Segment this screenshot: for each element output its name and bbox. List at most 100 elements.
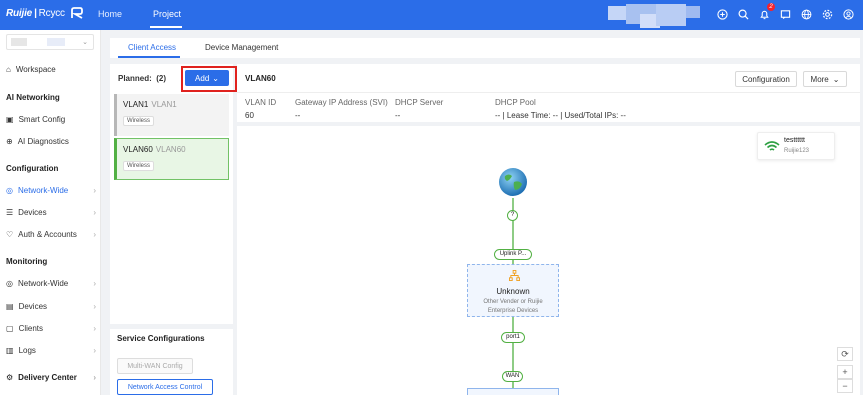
port-label: port1 [501, 332, 525, 343]
top-navigation-bar: Ruijie | Rcycc Home Project 2 [0, 0, 863, 30]
organization-select[interactable]: ⌄ [6, 34, 94, 50]
sidebar-item-ai-diagnostics[interactable]: ⊕ AI Diagnostics [6, 137, 96, 146]
redacted-block [656, 4, 686, 26]
device-description: Other Vender or Ruijie Enterprise Device… [483, 299, 543, 314]
sidebar-item-config-devices[interactable]: ☰ Devices › [6, 208, 96, 217]
user-icon[interactable] [841, 7, 855, 21]
diagnostics-icon: ⊕ [6, 137, 13, 146]
unknown-status-icon[interactable]: ? [507, 210, 518, 221]
sidebar-item-monitor-network-wide[interactable]: ◎ Network-Wide › [6, 279, 96, 288]
vlan-detail-title: VLAN60 [245, 74, 276, 83]
network-icon: ◎ [6, 279, 13, 288]
logo[interactable]: Ruijie | Rcycc [6, 7, 84, 19]
internet-globe-icon[interactable] [497, 166, 529, 198]
sidebar-item-smart-config[interactable]: ▣ Smart Config [6, 115, 96, 124]
redacted-block [608, 6, 628, 20]
more-button[interactable]: More ⌄ [803, 71, 847, 87]
topology-links [512, 198, 514, 395]
vlan-tag: Wireless [123, 116, 155, 126]
chevron-right-icon: › [93, 346, 96, 355]
topology-canvas[interactable]: testttttt Ruijie123 ? Uplink P... Unknow… [237, 126, 860, 395]
logo-mark-icon [70, 7, 83, 19]
vlan-detail-header: VLAN60 Configuration More ⌄ VLAN ID 60 G… [237, 64, 860, 122]
logs-icon: ▥ [6, 346, 14, 355]
delivery-icon: ⚙ [6, 373, 14, 382]
gateway-device-node[interactable] [467, 388, 559, 395]
globe-icon[interactable] [799, 7, 813, 21]
highlight-box [181, 66, 237, 92]
planned-count: Planned: (2) [118, 74, 167, 83]
zoom-out-icon[interactable]: − [837, 379, 853, 393]
active-tab-indicator [150, 26, 182, 28]
dhcp-pool-field: DHCP Pool -- | Lease Time: -- | Used/Tot… [495, 98, 626, 120]
redacted-block [11, 38, 27, 46]
configuration-button[interactable]: Configuration [735, 71, 797, 87]
multi-wan-config-button[interactable]: Multi-WAN Config [117, 358, 193, 374]
clients-icon: ▢ [6, 324, 14, 333]
bell-icon[interactable]: 2 [757, 3, 775, 21]
redacted-block [47, 38, 65, 46]
chevron-right-icon: › [93, 208, 96, 217]
sidebar-item-monitor-devices[interactable]: ▤ Devices › [6, 302, 96, 311]
divider [110, 324, 233, 329]
vlan-list-panel: Planned: (2) Add ⌄ VLAN1 VLAN1 Wireless V… [110, 64, 237, 395]
main-tabs: Client Access Device Management [110, 38, 860, 58]
tab-home[interactable]: Home [98, 9, 122, 19]
vlan-name: VLAN60 [123, 145, 153, 154]
sidebar-item-label: Clients [18, 324, 44, 333]
unknown-device-node[interactable]: Unknown Other Vender or Ruijie Enterpris… [467, 264, 559, 317]
sidebar-heading-ai-networking: AI Networking [6, 93, 60, 102]
sidebar-item-label: Network-Wide [17, 279, 69, 288]
vlan-alias: VLAN1 [151, 100, 177, 109]
active-tab-indicator [118, 56, 180, 58]
redacted-block [686, 6, 700, 18]
sidebar-item-delivery-center[interactable]: ⚙ Delivery Center › [6, 373, 96, 382]
sidebar-item-workspace[interactable]: ⌂ Workspace [6, 65, 96, 74]
chevron-right-icon: › [93, 302, 96, 311]
dhcp-server-field: DHCP Server -- [395, 98, 444, 120]
tab-device-management[interactable]: Device Management [205, 43, 278, 52]
sidebar-item-label: AI Diagnostics [17, 137, 69, 146]
gateway-ip-field: Gateway IP Address (SVI) -- [295, 98, 388, 120]
service-configurations-title: Service Configurations [117, 334, 205, 343]
config-icon: ▣ [6, 115, 14, 124]
topology-device-icon [509, 270, 520, 281]
wan-label: WAN [502, 371, 523, 382]
vlan-item-vlan1[interactable]: VLAN1 VLAN1 Wireless [114, 94, 229, 136]
sidebar-item-label: Workspace [15, 65, 56, 74]
vlan-name: VLAN1 [123, 100, 149, 109]
sidebar-item-config-network-wide[interactable]: ◎ Network-Wide › [6, 186, 96, 195]
home-icon: ⌂ [6, 65, 11, 74]
tab-client-access[interactable]: Client Access [128, 43, 176, 52]
network-icon: ◎ [6, 186, 13, 195]
tab-project[interactable]: Project [153, 9, 181, 19]
chevron-right-icon: › [93, 373, 96, 382]
sidebar-item-logs[interactable]: ▥ Logs › [6, 346, 96, 355]
sidebar-item-label: Devices [18, 208, 47, 217]
network-access-control-button[interactable]: Network Access Control [117, 379, 213, 395]
devices-icon: ☰ [6, 208, 14, 217]
add-circle-icon[interactable] [715, 7, 729, 21]
sidebar-item-clients[interactable]: ▢ Clients › [6, 324, 96, 333]
zoom-in-icon[interactable]: + [837, 365, 853, 379]
message-icon[interactable] [778, 7, 792, 21]
divider [237, 92, 860, 93]
sidebar-item-label: Logs [18, 346, 36, 355]
sidebar-heading-monitoring: Monitoring [6, 257, 48, 266]
logo-brand: Ruijie [6, 7, 33, 19]
vlan-id-field: VLAN ID 60 [245, 98, 277, 120]
shield-icon: ♡ [6, 230, 14, 239]
refresh-icon[interactable]: ⟳ [837, 347, 853, 361]
vlan-tag: Wireless [123, 161, 155, 171]
chevron-down-icon: ⌄ [832, 74, 840, 84]
sidebar-item-auth-accounts[interactable]: ♡ Auth & Accounts › [6, 230, 96, 239]
vlan-item-vlan60[interactable]: VLAN60 VLAN60 Wireless [114, 138, 229, 180]
chevron-down-icon: ⌄ [82, 39, 88, 46]
sidebar-item-label: Delivery Center [18, 373, 77, 382]
chevron-right-icon: › [93, 230, 96, 239]
sidebar-item-label: Auth & Accounts [18, 230, 77, 239]
logo-product: Rcycc [38, 7, 65, 19]
search-icon[interactable] [736, 7, 750, 21]
sidebar-item-label: Network-Wide [17, 186, 69, 195]
settings-icon[interactable] [820, 7, 834, 21]
